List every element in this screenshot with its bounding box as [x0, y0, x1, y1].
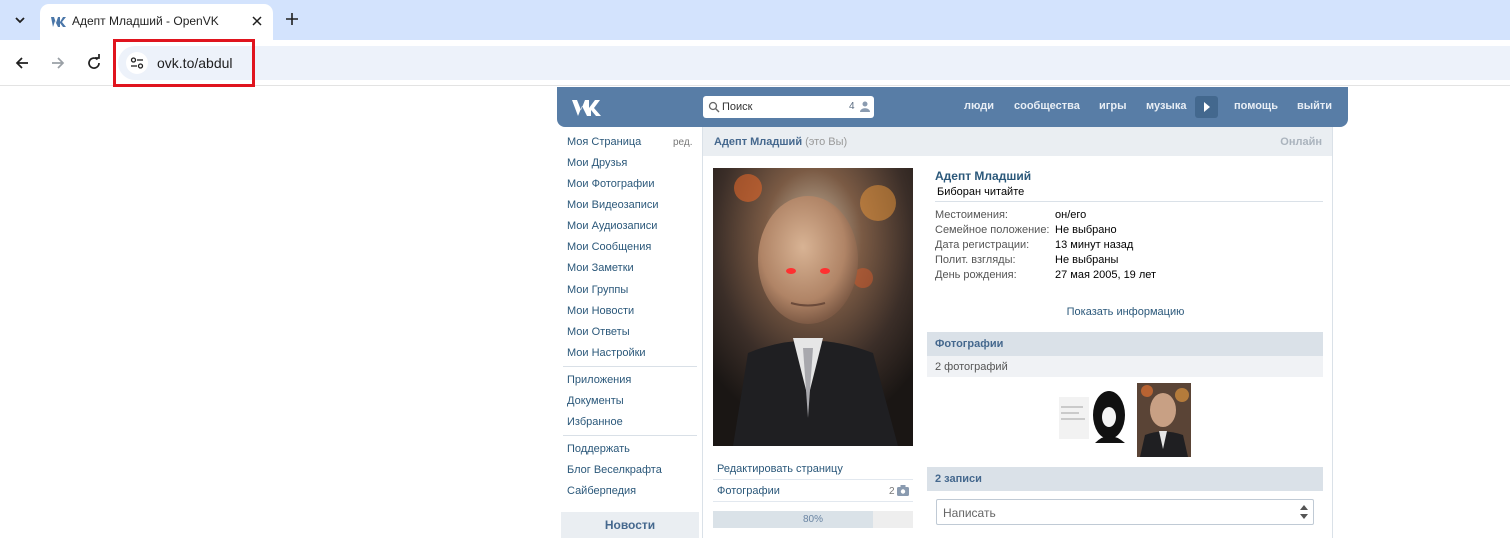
- sidebar-edit-link[interactable]: ред.: [673, 137, 693, 148]
- vk-favicon-icon: [51, 17, 66, 27]
- sidebar-item-favorites[interactable]: Избранное: [567, 416, 623, 428]
- photos-count: 2 фотографий: [935, 361, 1008, 373]
- tab-search-chevron-icon[interactable]: [8, 8, 32, 32]
- sidebar-item-photos[interactable]: Мои Фотографии: [567, 178, 654, 190]
- progress-label: 80%: [802, 514, 823, 525]
- photos-section-header[interactable]: Фотографии: [927, 332, 1323, 356]
- sidebar-item-answers[interactable]: Мои Ответы: [567, 326, 630, 338]
- profile-status[interactable]: Биборан читайте: [937, 186, 1024, 198]
- menu-people[interactable]: люди: [964, 100, 994, 112]
- sidebar-item-news[interactable]: Мои Новости: [567, 305, 634, 317]
- play-button[interactable]: [1195, 96, 1218, 118]
- left-sidebar: Моя Страница ред. Мои Друзья Мои Фотогра…: [557, 127, 702, 538]
- sidebar-news-block[interactable]: Новости: [561, 512, 699, 538]
- sidebar-item-videos[interactable]: Мои Видеозаписи: [567, 199, 659, 211]
- info-key: Семейное положение:: [935, 224, 1050, 236]
- info-key: Полит. взгляды:: [935, 254, 1016, 266]
- camera-icon: [897, 485, 909, 496]
- user-icon: [860, 101, 870, 112]
- info-row: День рождения: 27 мая 2005, 19 лет: [935, 269, 1323, 283]
- profile-header-name: Адепт Младший (это Вы): [714, 136, 848, 148]
- sidebar-item-audio[interactable]: Мои Аудиозаписи: [567, 220, 657, 232]
- info-value: он/его: [1055, 209, 1087, 221]
- menu-games[interactable]: игры: [1099, 100, 1126, 112]
- menu-communities[interactable]: сообщества: [1014, 100, 1080, 112]
- address-bar[interactable]: ovk.to/abdul: [118, 46, 1510, 80]
- profile-header-bar: Адепт Младший (это Вы) Онлайн: [703, 127, 1332, 156]
- photo-thumbnail[interactable]: [1137, 383, 1191, 457]
- info-key: Местоимения:: [935, 209, 1008, 221]
- info-row: Полит. взгляды: Не выбраны: [935, 254, 1323, 268]
- profile-name: Адепт Младший: [935, 169, 1032, 183]
- close-icon[interactable]: [250, 14, 264, 28]
- info-row: Местоимения: он/его: [935, 209, 1323, 223]
- site-header: Поиск 4 люди сообщества игры музыка помо…: [557, 87, 1348, 127]
- avatar[interactable]: [713, 168, 913, 446]
- search-placeholder: Поиск: [722, 101, 753, 113]
- sidebar-item-support[interactable]: Поддержать: [567, 443, 630, 455]
- play-icon: [1204, 102, 1210, 112]
- sidebar-item-groups[interactable]: Мои Группы: [567, 284, 628, 296]
- tab-strip: Адепт Младший - OpenVK: [0, 0, 1510, 40]
- wall-compose-input[interactable]: Написать: [936, 499, 1314, 525]
- url-highlight-box: [113, 39, 255, 87]
- compose-placeholder: Написать: [943, 506, 996, 520]
- info-key: День рождения:: [935, 269, 1017, 281]
- resize-arrows-icon[interactable]: [1299, 503, 1309, 521]
- search-input[interactable]: Поиск 4: [703, 96, 874, 118]
- photos-link-count: 2: [889, 486, 895, 497]
- profile-progress-bar: 80%: [713, 511, 913, 528]
- left-divider: [713, 501, 913, 502]
- info-row: Семейное положение: Не выбрано: [935, 224, 1323, 238]
- posts-section-title: 2 записи: [935, 473, 982, 485]
- sidebar-item-cyberpedia[interactable]: Сайберпедия: [567, 485, 636, 497]
- tab-title: Адепт Младший - OpenVK: [72, 14, 219, 28]
- profile-content: Адепт Младший (это Вы) Онлайн Редактиров…: [702, 127, 1333, 538]
- show-info-link[interactable]: Показать информацию: [928, 306, 1323, 318]
- sidebar-divider: [563, 366, 697, 367]
- info-row: Дата регистрации: 13 минут назад: [935, 239, 1323, 253]
- info-key: Дата регистрации:: [935, 239, 1030, 251]
- menu-help[interactable]: помощь: [1234, 100, 1278, 112]
- info-value: Не выбраны: [1055, 254, 1119, 266]
- search-count: 4: [849, 101, 855, 112]
- sidebar-divider: [563, 435, 697, 436]
- sidebar-item-settings[interactable]: Мои Настройки: [567, 347, 646, 359]
- edit-page-link[interactable]: Редактировать страницу: [717, 463, 843, 475]
- forward-arrow-icon[interactable]: [48, 53, 68, 73]
- sidebar-item-documents[interactable]: Документы: [567, 395, 624, 407]
- sidebar-news-title: Новости: [604, 518, 656, 532]
- info-value: 13 минут назад: [1055, 239, 1134, 251]
- vk-logo-icon[interactable]: [571, 97, 605, 117]
- menu-music[interactable]: музыка: [1146, 100, 1186, 112]
- sidebar-item-friends[interactable]: Мои Друзья: [567, 157, 627, 169]
- photos-count-bar: 2 фотографий: [927, 356, 1323, 377]
- online-status: Онлайн: [1280, 136, 1322, 148]
- reload-icon[interactable]: [84, 53, 104, 73]
- left-divider: [713, 479, 913, 480]
- photos-section-title: Фотографии: [935, 338, 1004, 350]
- search-icon: [708, 101, 720, 113]
- sidebar-item-my-page[interactable]: Моя Страница: [567, 136, 641, 148]
- info-divider: [935, 201, 1323, 202]
- posts-section-header: 2 записи: [927, 467, 1323, 491]
- back-arrow-icon[interactable]: [12, 53, 32, 73]
- new-tab-plus-icon[interactable]: [283, 10, 301, 28]
- info-value: 27 мая 2005, 19 лет: [1055, 269, 1157, 281]
- info-value: Не выбрано: [1055, 224, 1117, 236]
- menu-logout[interactable]: выйти: [1297, 100, 1332, 112]
- browser-tab[interactable]: Адепт Младший - OpenVK: [40, 4, 273, 40]
- sidebar-item-blog[interactable]: Блог Веселкрафта: [567, 464, 662, 476]
- sidebar-item-notes[interactable]: Мои Заметки: [567, 262, 634, 274]
- photos-link[interactable]: Фотографии: [717, 485, 780, 497]
- photo-thumbnail[interactable]: [1059, 383, 1136, 443]
- sidebar-item-messages[interactable]: Мои Сообщения: [567, 241, 651, 253]
- sidebar-item-apps[interactable]: Приложения: [567, 374, 631, 386]
- openvk-page: Поиск 4 люди сообщества игры музыка помо…: [557, 87, 1348, 538]
